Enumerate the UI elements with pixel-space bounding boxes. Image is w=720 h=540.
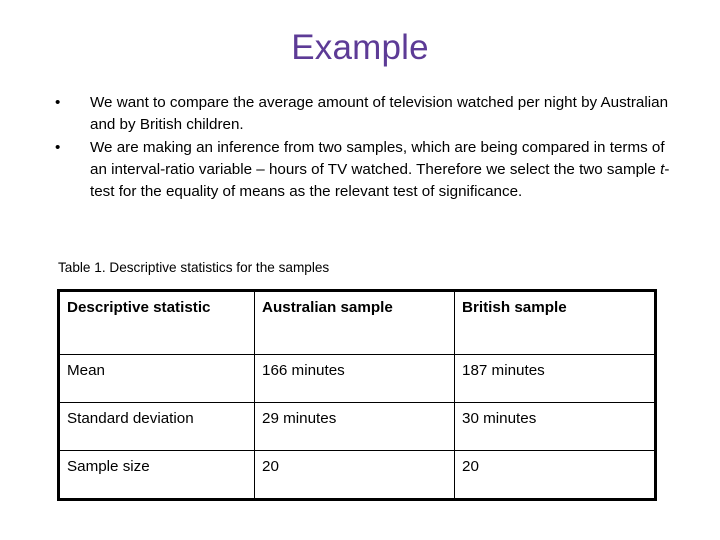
list-item: • We want to compare the average amount … xyxy=(50,92,675,137)
table-cell-sd-label: Standard deviation xyxy=(58,402,255,451)
table-cell-n-australian: 20 xyxy=(254,450,455,500)
table-cell-n-label: Sample size xyxy=(58,450,255,500)
bullet-text-1: We want to compare the average amount of… xyxy=(90,94,669,134)
table-cell-mean-british: 187 minutes xyxy=(454,354,656,403)
table-cell-n-british: 20 xyxy=(454,450,656,500)
bullet-icon: • xyxy=(55,94,61,111)
table-header-cell-british: British sample xyxy=(454,290,656,355)
table-header-cell-australian: Australian sample xyxy=(254,290,455,355)
bullet-text-2: We are making an inference from two samp… xyxy=(90,137,675,204)
list-item: • We are making an inference from two sa… xyxy=(50,137,675,204)
bullet-icon: • xyxy=(55,138,61,156)
bullet-text-2-part-a: We are making an inference from two samp… xyxy=(90,138,665,178)
table-cell-sd-australian: 29 minutes xyxy=(254,402,455,451)
table-row: Sample size 20 20 xyxy=(58,450,656,500)
descriptive-statistics-table: Descriptive statistic Australian sample … xyxy=(57,289,657,501)
table-row: Standard deviation 29 minutes 30 minutes xyxy=(58,402,656,451)
bullet-list: • We want to compare the average amount … xyxy=(50,92,675,203)
table-cell-sd-british: 30 minutes xyxy=(454,402,656,451)
table-header-cell-statistic: Descriptive statistic xyxy=(58,290,255,355)
table-cell-mean-australian: 166 minutes xyxy=(254,354,455,403)
table-row: Mean 166 minutes 187 minutes xyxy=(58,354,656,403)
table-caption: Table 1. Descriptive statistics for the … xyxy=(58,260,330,275)
slide-canvas: Example • We want to compare the average… xyxy=(0,0,720,540)
page-title: Example xyxy=(291,28,429,67)
stats-table-container: Descriptive statistic Australian sample … xyxy=(57,289,657,501)
table-cell-mean-label: Mean xyxy=(58,354,255,403)
table-header-row: Descriptive statistic Australian sample … xyxy=(58,290,656,355)
